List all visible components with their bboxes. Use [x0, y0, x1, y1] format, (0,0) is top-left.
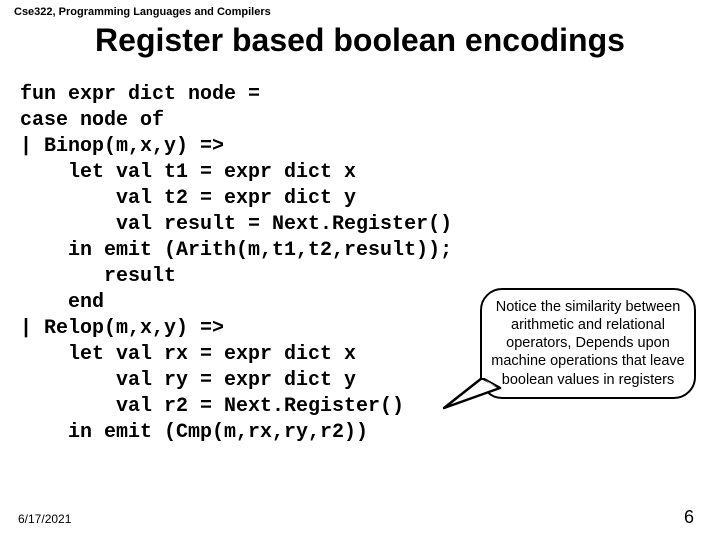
code-block: fun expr dict node = case node of | Bino…	[20, 82, 452, 446]
page-title: Register based boolean encodings	[0, 22, 720, 59]
footer-page-number: 6	[684, 507, 694, 528]
course-label: Cse322, Programming Languages and Compil…	[14, 6, 271, 18]
footer-date: 6/17/2021	[18, 512, 71, 526]
callout-note: Notice the similarity between arithmetic…	[480, 288, 696, 399]
